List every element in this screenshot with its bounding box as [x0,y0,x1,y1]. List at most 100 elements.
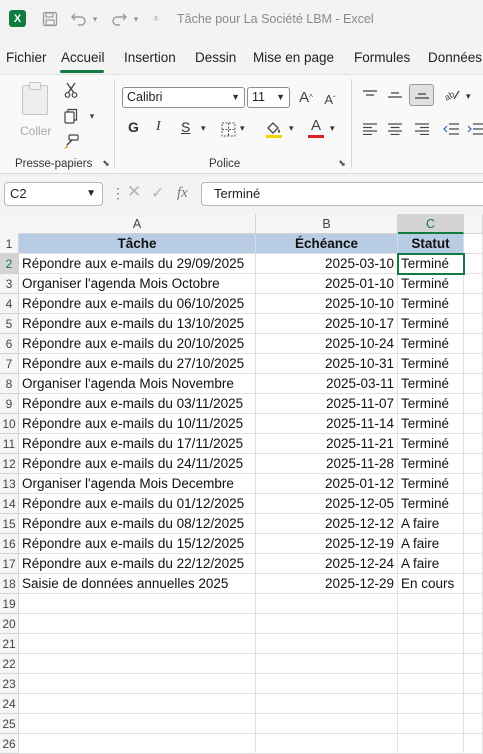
insert-function-icon[interactable]: fx [177,185,188,202]
row-header[interactable]: 12 [0,454,19,474]
row-header[interactable]: 20 [0,614,19,634]
row-header[interactable]: 22 [0,654,19,674]
empty-cell[interactable] [398,694,464,714]
task-cell[interactable]: Saisie de données annuelles 2025 [19,574,256,594]
empty-cell[interactable] [256,614,398,634]
empty-cell[interactable] [19,594,256,614]
task-cell[interactable]: Organiser l'agenda Mois Decembre [19,474,256,494]
empty-cell[interactable] [464,474,483,494]
empty-cell[interactable] [464,354,483,374]
task-cell[interactable]: Organiser l'agenda Mois Octobre [19,274,256,294]
due-date-cell[interactable]: 2025-12-29 [256,574,398,594]
status-cell[interactable]: Terminé [398,414,464,434]
empty-cell[interactable] [464,534,483,554]
cancel-icon[interactable]: ✕ [127,182,141,202]
row-header[interactable]: 17 [0,554,19,574]
row-header[interactable]: 11 [0,434,19,454]
due-date-cell[interactable]: 2025-12-12 [256,514,398,534]
row-header[interactable]: 8 [0,374,19,394]
status-cell[interactable]: Terminé [398,274,464,294]
row-header[interactable]: 18 [0,574,19,594]
row-header[interactable]: 26 [0,734,19,754]
tab-insertion[interactable]: Insertion [124,50,176,65]
font-color-dropdown-icon[interactable]: ▾ [330,123,335,134]
column-header-b[interactable]: B [256,214,398,234]
task-cell[interactable]: Répondre aux e-mails du 15/12/2025 [19,534,256,554]
row-header[interactable]: 3 [0,274,19,294]
decrease-indent-icon[interactable] [442,121,460,137]
empty-cell[interactable] [256,714,398,734]
task-cell[interactable]: Répondre aux e-mails du 08/12/2025 [19,514,256,534]
empty-cell[interactable] [256,734,398,754]
task-cell[interactable]: Répondre aux e-mails du 27/10/2025 [19,354,256,374]
empty-cell[interactable] [19,674,256,694]
tab-donnees[interactable]: Données [428,50,482,65]
task-cell[interactable]: Répondre aux e-mails du 22/12/2025 [19,554,256,574]
task-cell[interactable]: Répondre aux e-mails du 13/10/2025 [19,314,256,334]
empty-cell[interactable] [464,254,483,274]
status-cell[interactable]: Terminé [398,334,464,354]
redo-dropdown-icon[interactable]: ▾ [131,9,141,29]
status-cell[interactable]: En cours [398,574,464,594]
row-header[interactable]: 14 [0,494,19,514]
empty-cell[interactable] [464,494,483,514]
orientation-icon[interactable]: ab [442,85,462,105]
row-header[interactable]: 21 [0,634,19,654]
font-color-button[interactable]: A [306,117,326,139]
empty-cell[interactable] [256,634,398,654]
undo-dropdown-icon[interactable]: ▾ [90,9,100,29]
row-header[interactable]: 7 [0,354,19,374]
empty-cell[interactable] [256,674,398,694]
due-date-cell[interactable]: 2025-11-07 [256,394,398,414]
empty-cell[interactable] [19,714,256,734]
row-header[interactable]: 15 [0,514,19,534]
spreadsheet-grid[interactable]: A B C 1 Tâche Échéance Statut 2 Répondre aux e-m… [0,214,483,754]
empty-cell[interactable] [19,734,256,754]
row-header[interactable]: 4 [0,294,19,314]
align-center-icon[interactable] [386,121,404,137]
status-cell[interactable]: Terminé [398,374,464,394]
status-cell[interactable]: Terminé [398,314,464,334]
status-cell[interactable]: Terminé [398,354,464,374]
status-cell[interactable]: Terminé [398,254,464,274]
clipboard-launcher-icon[interactable]: ⬊ [101,157,111,169]
redo-icon[interactable] [110,9,128,29]
empty-cell[interactable] [464,374,483,394]
empty-cell[interactable] [464,594,483,614]
task-cell[interactable]: Répondre aux e-mails du 10/11/2025 [19,414,256,434]
row-header[interactable]: 6 [0,334,19,354]
align-middle-icon[interactable] [386,87,404,103]
align-right-icon[interactable] [413,121,431,137]
empty-cell[interactable] [464,574,483,594]
increase-indent-icon[interactable] [466,121,483,137]
row-header[interactable]: 23 [0,674,19,694]
header-cell[interactable]: Statut [398,234,464,254]
empty-cell[interactable] [464,734,483,754]
status-cell[interactable]: Terminé [398,474,464,494]
tab-dessin[interactable]: Dessin [195,50,236,65]
more-options-icon[interactable]: ⋮ [111,185,125,202]
empty-cell[interactable] [398,614,464,634]
due-date-cell[interactable]: 2025-11-28 [256,454,398,474]
save-icon[interactable] [40,9,60,29]
row-header[interactable]: 9 [0,394,19,414]
status-cell[interactable]: Terminé [398,434,464,454]
underline-dropdown-icon[interactable]: ▾ [201,123,206,134]
empty-cell[interactable] [19,614,256,634]
fill-color-icon[interactable] [263,119,285,139]
row-header[interactable]: 16 [0,534,19,554]
status-cell[interactable]: Terminé [398,454,464,474]
status-cell[interactable]: A faire [398,514,464,534]
empty-cell[interactable] [464,234,483,254]
due-date-cell[interactable]: 2025-10-31 [256,354,398,374]
row-header[interactable]: 19 [0,594,19,614]
empty-cell[interactable] [464,394,483,414]
empty-cell[interactable] [464,314,483,334]
grow-font-button[interactable]: A ^ [296,87,316,107]
due-date-cell[interactable]: 2025-10-10 [256,294,398,314]
empty-cell[interactable] [464,274,483,294]
empty-cell[interactable] [464,294,483,314]
empty-cell[interactable] [398,594,464,614]
due-date-cell[interactable]: 2025-01-12 [256,474,398,494]
paste-button[interactable]: Coller [18,81,54,138]
